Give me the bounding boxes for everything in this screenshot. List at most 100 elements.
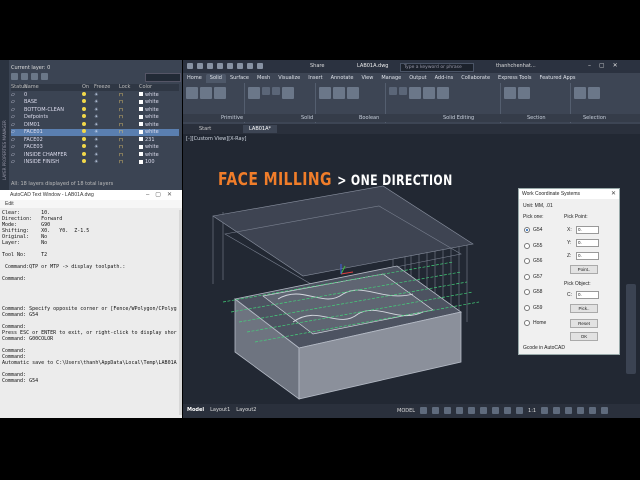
layer-color[interactable]: white	[139, 114, 173, 120]
view-label[interactable]: [-][Custom View][X-Ray]	[186, 136, 247, 142]
layer-color[interactable]: white	[139, 129, 173, 135]
lightbulb-icon[interactable]	[82, 151, 86, 156]
window-controls[interactable]: –▢✕	[146, 191, 178, 198]
extract-edges-icon[interactable]	[436, 87, 449, 99]
layer-row[interactable]: ▱ Defpoints ☀ ⊓ white	[11, 114, 179, 122]
tab-express-tools[interactable]: Express Tools	[494, 74, 535, 83]
open-icon[interactable]	[197, 63, 203, 69]
layer-name[interactable]: INSIDE FINISH	[21, 159, 82, 165]
tab-solid[interactable]: Solid	[205, 74, 226, 83]
tab-lab01a[interactable]: LAB01A*	[243, 125, 278, 133]
layer-row[interactable]: ▱ BASE ☀ ⊓ white	[11, 99, 179, 107]
layer-color[interactable]: white	[139, 122, 173, 128]
scrollbar[interactable]	[179, 210, 182, 415]
layer-name[interactable]: Defpoints	[21, 114, 82, 120]
plus-icon[interactable]	[553, 407, 561, 414]
intersect-icon[interactable]	[346, 87, 359, 99]
subtract-icon[interactable]	[332, 87, 345, 99]
layout-tab-layout1[interactable]: Layout1	[210, 407, 230, 413]
union-icon[interactable]	[318, 87, 331, 99]
layer-color[interactable]: white	[139, 152, 173, 158]
sun-icon[interactable]: ☀	[94, 129, 119, 135]
x-field[interactable]: 0.	[576, 226, 599, 234]
sweep-icon[interactable]	[272, 87, 281, 95]
redo-icon[interactable]	[247, 63, 253, 69]
layer-row[interactable]: ▱ 0 ☀ ⊓ white	[11, 91, 179, 99]
drawing-viewport[interactable]: [-][Custom View][X-Ray] FACE MILLING > O…	[183, 134, 640, 404]
no-filter-icon[interactable]	[573, 87, 586, 99]
revolve-icon[interactable]	[262, 87, 271, 95]
model-space-toggle[interactable]: MODEL	[397, 408, 415, 414]
c-field[interactable]: 0.	[576, 291, 599, 299]
sun-icon[interactable]: ☀	[94, 99, 119, 105]
layer-color[interactable]: white	[139, 92, 173, 98]
sun-icon[interactable]: ☀	[94, 159, 119, 165]
tab-mesh[interactable]: Mesh	[253, 74, 274, 83]
layer-status-icon[interactable]: ▱	[11, 92, 21, 98]
layer-row[interactable]: ▱ INSIDE FINISH ☀ ⊓ 100	[11, 159, 179, 167]
col-color[interactable]: Color	[139, 84, 173, 91]
layer-status-icon[interactable]: ▱	[11, 137, 21, 143]
label-selection[interactable]: Selection	[583, 115, 606, 121]
label-boolean[interactable]: Boolean	[359, 115, 379, 121]
lock-icon[interactable]: ⊓	[119, 144, 139, 150]
lightbulb-icon[interactable]	[82, 159, 86, 164]
grid-icon[interactable]	[420, 407, 428, 414]
new-layer-icon[interactable]	[11, 73, 18, 80]
sun-icon[interactable]: ☀	[94, 144, 119, 150]
snap-icon[interactable]	[432, 407, 440, 414]
layer-row[interactable]: ▱ FACE01 ☀ ⊓ white	[11, 128, 179, 136]
sun-icon[interactable]: ☀	[94, 92, 119, 98]
lightbulb-icon[interactable]	[82, 121, 86, 126]
layer-status-icon[interactable]: ▱	[11, 122, 21, 128]
tab-surface[interactable]: Surface	[226, 74, 253, 83]
radio-g59[interactable]	[524, 304, 530, 311]
lock-icon[interactable]: ⊓	[119, 159, 139, 165]
navigation-bar[interactable]	[626, 284, 636, 374]
radio-g57[interactable]	[524, 273, 530, 280]
lightbulb-icon[interactable]	[82, 129, 86, 134]
undo-icon[interactable]	[237, 63, 243, 69]
selection-cycle-icon[interactable]	[504, 407, 512, 414]
hardware-accel-icon[interactable]	[565, 407, 573, 414]
menu-edit[interactable]: Edit	[5, 201, 14, 207]
label-solid[interactable]: Solid	[301, 115, 313, 121]
layer-row[interactable]: ▱ FACE02 ☀ ⊓ 231	[11, 136, 179, 144]
tab-featured-apps[interactable]: Featured Apps	[535, 74, 579, 83]
fullscreen-icon[interactable]	[589, 407, 597, 414]
col-status[interactable]: Status	[11, 84, 27, 91]
sun-icon[interactable]: ☀	[94, 122, 119, 128]
radio-home[interactable]	[524, 320, 530, 326]
layer-status-icon[interactable]: ▱	[11, 144, 21, 150]
isolate-icon[interactable]	[577, 407, 585, 414]
layer-color[interactable]: 231	[139, 137, 173, 143]
thicken-icon[interactable]	[398, 87, 407, 95]
tab-home[interactable]: Home	[183, 74, 206, 83]
lock-icon[interactable]: ⊓	[119, 129, 139, 135]
new-layer-vp-icon[interactable]	[21, 73, 28, 80]
smooth-object-icon[interactable]	[248, 87, 261, 99]
tab-add-ins[interactable]: Add-ins	[431, 74, 458, 83]
lightbulb-icon[interactable]	[82, 144, 86, 149]
delete-layer-icon[interactable]	[31, 73, 38, 80]
tab-view[interactable]: View	[357, 74, 377, 83]
col-lock[interactable]: Lock	[119, 84, 139, 91]
lock-icon[interactable]: ⊓	[119, 99, 139, 105]
layer-name[interactable]: FACE01	[21, 129, 82, 135]
sun-icon[interactable]: ☀	[94, 137, 119, 143]
col-name[interactable]: Name	[21, 84, 82, 91]
reset-button[interactable]: Reset	[570, 319, 598, 328]
annotation-icon[interactable]	[516, 407, 524, 414]
lock-icon[interactable]: ⊓	[119, 114, 139, 120]
section-plane-icon[interactable]	[503, 87, 516, 99]
radio-g56[interactable]	[524, 258, 530, 264]
ok-button[interactable]: OK	[570, 332, 598, 341]
z-field[interactable]: 0.	[576, 252, 599, 260]
layer-name[interactable]: BASE	[21, 99, 82, 105]
layer-color[interactable]: white	[139, 144, 173, 150]
layer-name[interactable]: INSIDE CHAMFER	[21, 152, 82, 158]
point-button[interactable]: Point..	[570, 265, 598, 274]
tab-visualize[interactable]: Visualize	[274, 74, 304, 83]
plot-icon[interactable]	[227, 63, 233, 69]
layout-tab-layout2[interactable]: Layout2	[236, 407, 256, 413]
